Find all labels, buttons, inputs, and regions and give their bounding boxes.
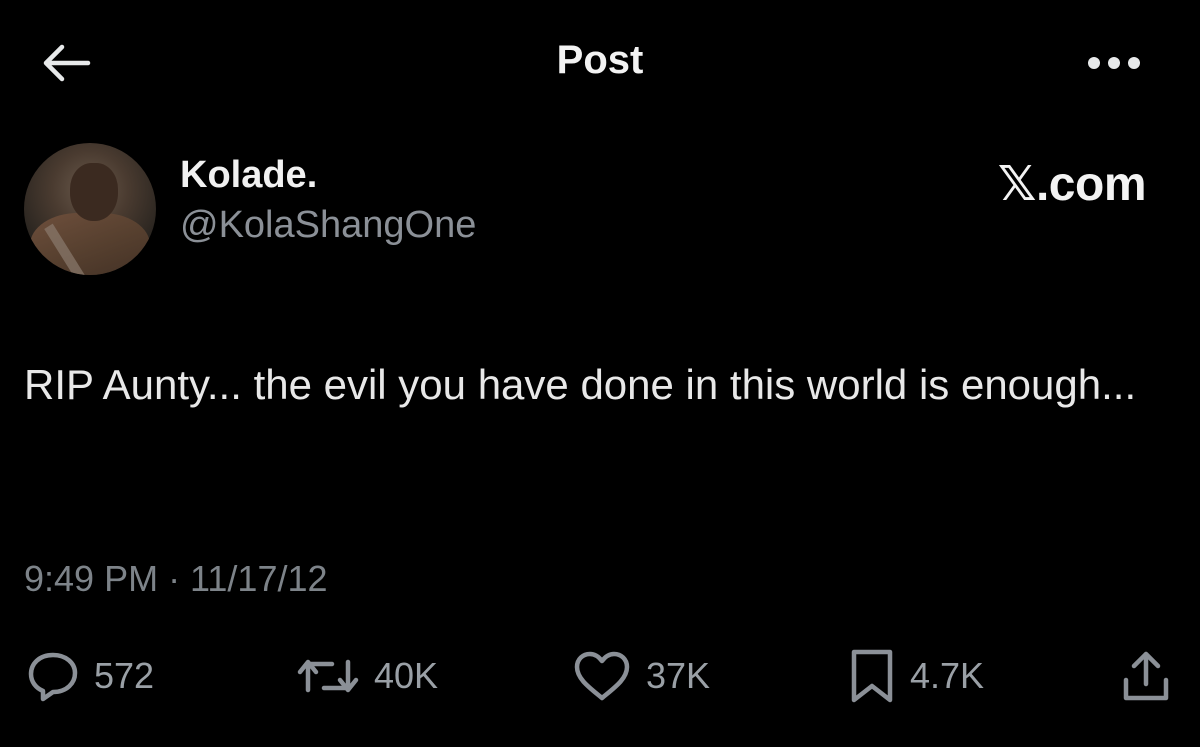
- reply-button[interactable]: 572: [26, 644, 154, 708]
- author-block: Kolade. @KolaShangOne: [24, 142, 476, 276]
- reply-count: 572: [94, 655, 155, 696]
- heart-icon: [572, 650, 632, 702]
- author-info: Kolade. @KolaShangOne: [180, 154, 476, 248]
- watermark: 𝕏.com: [997, 158, 1147, 211]
- more-horizontal-icon: [1087, 56, 1141, 70]
- bookmark-button[interactable]: 4.7K: [848, 644, 984, 708]
- post-text: RIP Aunty... the evil you have done in t…: [24, 361, 1137, 408]
- reply-icon: [26, 650, 80, 702]
- bookmark-count: 4.7K: [910, 655, 985, 696]
- page-title: Post: [556, 38, 644, 82]
- repost-button[interactable]: 40K: [296, 644, 438, 708]
- share-icon: [1120, 648, 1172, 704]
- author-handle[interactable]: @KolaShangOne: [180, 204, 476, 247]
- like-button[interactable]: 37K: [572, 644, 710, 708]
- repost-icon: [296, 650, 360, 702]
- more-options-button[interactable]: [1084, 45, 1144, 81]
- action-bar: 572 40K 37K 4.7K: [0, 644, 1200, 708]
- top-bar: Post: [0, 0, 1200, 125]
- bookmark-icon: [848, 648, 896, 704]
- post-timestamp[interactable]: 9:49 PM · 11/17/12: [24, 558, 328, 600]
- author-display-name[interactable]: Kolade.: [180, 154, 476, 197]
- repost-count: 40K: [374, 655, 439, 696]
- avatar[interactable]: [24, 143, 156, 275]
- share-button[interactable]: [1120, 644, 1172, 708]
- like-count: 37K: [646, 655, 711, 696]
